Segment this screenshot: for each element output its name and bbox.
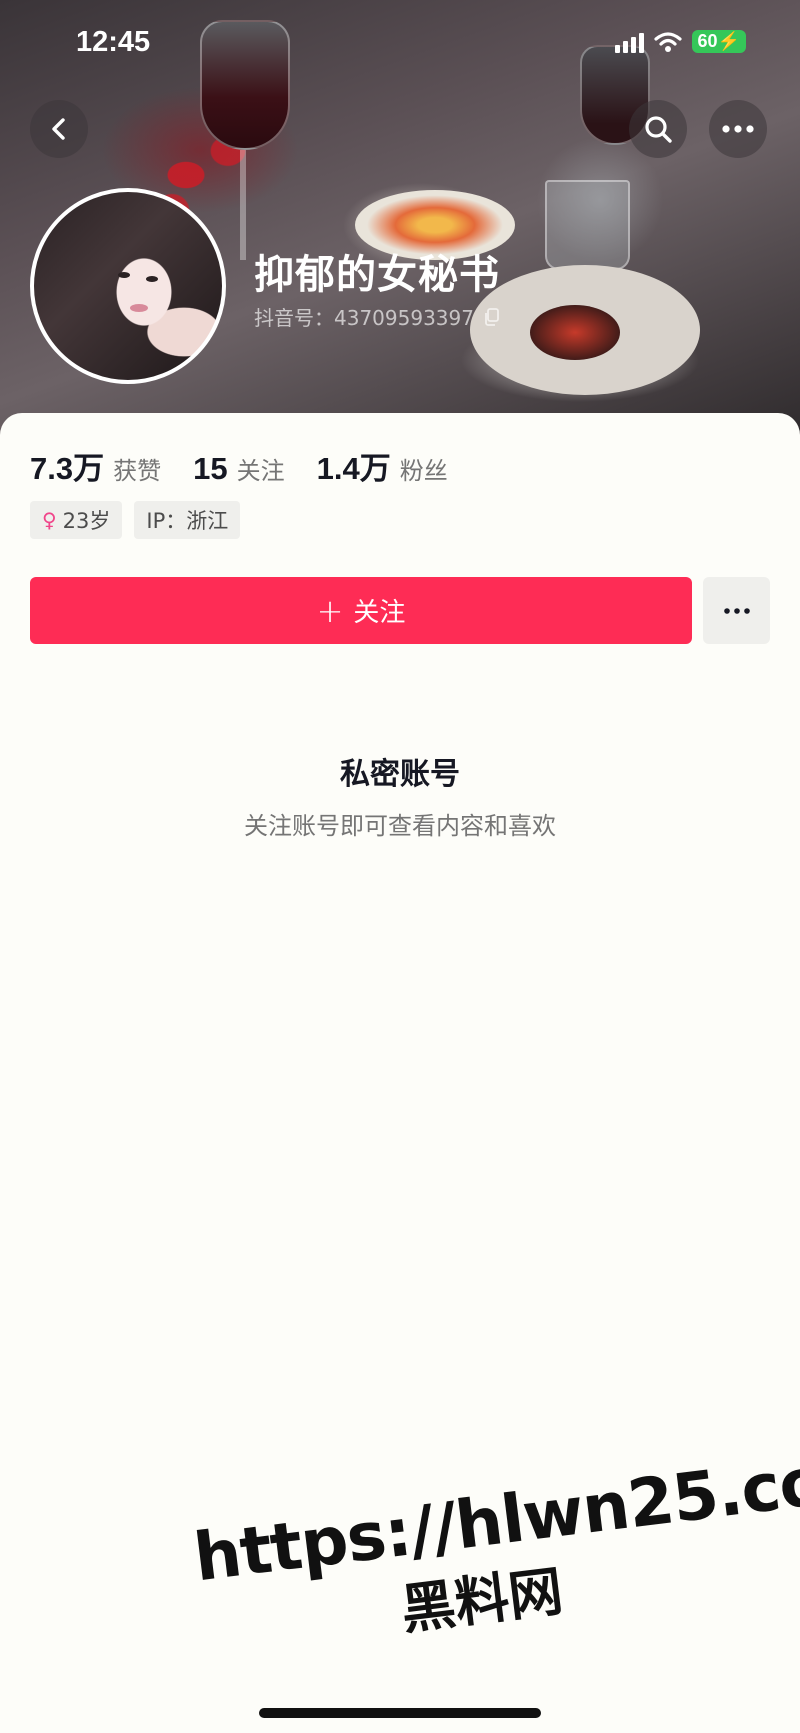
cover-wine-glass-stem (240, 150, 246, 260)
copy-icon[interactable] (484, 307, 500, 326)
stat-followers-label: 粉丝 (399, 457, 448, 485)
stat-following-label: 关注 (236, 457, 285, 485)
private-account-title: 私密账号 (340, 757, 460, 792)
cover-water-glass (545, 180, 630, 270)
ip-location-text: IP：浙江 (146, 509, 229, 533)
home-indicator[interactable] (259, 1708, 541, 1718)
more-horizontal-icon (722, 125, 754, 133)
profile-nickname: 抑郁的女秘书 (254, 252, 500, 298)
search-icon (645, 116, 672, 143)
age-tag: ♀ 23岁 (30, 501, 123, 539)
private-account-description: 关注账号即可查看内容和喜欢 (244, 812, 556, 840)
age-tag-text: 23岁 (62, 509, 111, 533)
chevron-left-icon (52, 118, 65, 140)
profile-more-button[interactable] (703, 577, 770, 644)
douyin-id[interactable]: 抖音号：43709593397 (254, 302, 500, 331)
battery-indicator: 60⚡ (691, 30, 746, 53)
plus-icon: + (316, 591, 344, 630)
cover-sauce-bowl (530, 305, 620, 360)
status-bar-icons: 60⚡ (614, 30, 746, 53)
stat-likes-label: 获赞 (113, 457, 162, 485)
douyin-id-text: 抖音号：43709593397 (254, 306, 474, 330)
avatar[interactable] (30, 188, 226, 384)
more-horizontal-icon (723, 607, 750, 614)
ip-location-tag: IP：浙江 (134, 501, 241, 539)
battery-level: 60 (697, 31, 718, 51)
stat-following[interactable]: 15 关注 (193, 451, 284, 487)
search-button[interactable] (629, 100, 687, 158)
female-gender-icon: ♀ (42, 508, 57, 532)
cover-wine-glass (200, 20, 290, 150)
stat-likes-value: 7.3万 (30, 451, 105, 486)
wifi-icon (653, 31, 682, 52)
stat-following-value: 15 (193, 451, 228, 486)
charging-bolt-icon: ⚡ (717, 31, 740, 51)
stat-followers-value: 1.4万 (316, 451, 391, 486)
stat-likes[interactable]: 7.3万 获赞 (30, 443, 161, 488)
back-button[interactable] (30, 100, 88, 158)
profile-tags: ♀ 23岁 IP：浙江 (30, 501, 241, 539)
follow-button-label: 关注 (353, 598, 406, 628)
profile-stats: 7.3万 获赞 15 关注 1.4万 粉丝 (30, 443, 480, 488)
cellular-signal-icon (614, 31, 644, 53)
status-bar-time: 12:45 (76, 26, 151, 58)
header-more-button[interactable] (709, 100, 767, 158)
follow-button[interactable]: + 关注 (30, 577, 692, 644)
stat-followers[interactable]: 1.4万 粉丝 (317, 443, 448, 488)
